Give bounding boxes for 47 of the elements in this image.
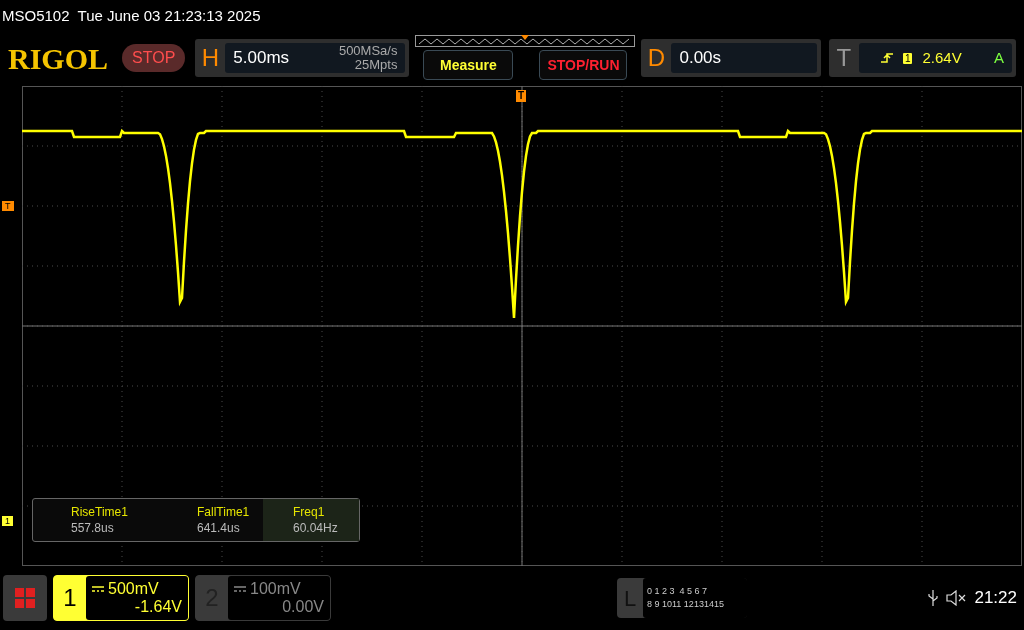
delay-panel[interactable]: D 0.00s bbox=[641, 39, 821, 77]
measurement-item[interactable]: Freq1 60.04Hz bbox=[263, 499, 359, 541]
channel-scale: 500mV bbox=[108, 580, 159, 598]
clock-time: 21:22 bbox=[974, 587, 1017, 610]
grid-icon bbox=[14, 587, 36, 609]
usb-icon bbox=[928, 590, 939, 606]
channel-number: 1 bbox=[62, 583, 78, 613]
logo: RIGOL bbox=[8, 40, 110, 77]
channel-offset: -1.64V bbox=[134, 598, 182, 616]
run-state-badge: STOP bbox=[122, 44, 186, 72]
timebase: 5.00ms bbox=[233, 47, 290, 70]
measurement-item[interactable]: FallTime1 641.4us bbox=[167, 499, 263, 541]
channel-offset: 0.00V bbox=[282, 598, 324, 616]
delay-label: D bbox=[646, 43, 667, 73]
rising-edge-icon bbox=[880, 52, 893, 64]
memory-depth: 25Mpts bbox=[354, 58, 398, 72]
trigger-panel[interactable]: T 1 2.64V A bbox=[828, 39, 1016, 77]
logic-channel-numbers: 0 1 2 3 4 5 6 7 bbox=[647, 585, 709, 598]
channel-offset-marker: 1 bbox=[2, 516, 13, 526]
dc-coupling-icon bbox=[234, 586, 246, 592]
trigger-level-marker: T bbox=[2, 201, 14, 211]
trigger-position-marker: T bbox=[516, 90, 527, 102]
measurement-item[interactable]: RiseTime1 557.8us bbox=[33, 499, 167, 541]
measurement-value: 641.4us bbox=[197, 520, 241, 536]
channel-panel[interactable]: 1 500mV -1.64V bbox=[53, 575, 189, 621]
trigger-label: T bbox=[835, 43, 853, 73]
channel-scale: 100mV bbox=[250, 580, 301, 598]
date-time: Tue June 03 21:23:13 2025 bbox=[77, 5, 261, 26]
measure-button[interactable]: Measure bbox=[423, 50, 514, 80]
dc-coupling-icon bbox=[92, 586, 104, 592]
delay-value: 0.00s bbox=[679, 47, 722, 70]
model-name: MSO5102 bbox=[2, 5, 70, 26]
stop-run-button[interactable]: STOP/RUN bbox=[539, 50, 628, 80]
trigger-mode: A bbox=[994, 47, 1004, 68]
sample-rate: 500MSa/s bbox=[338, 44, 398, 58]
logic-channel-numbers: 8 9 1011 12131415 bbox=[647, 598, 725, 611]
horizontal-label: H bbox=[200, 43, 220, 73]
measurement-name: FallTime1 bbox=[197, 504, 251, 520]
trigger-level: 2.64V bbox=[922, 47, 962, 68]
trigger-source: 1 bbox=[902, 52, 913, 64]
measurement-name: RiseTime1 bbox=[71, 504, 129, 520]
horizontal-panel[interactable]: H 5.00ms 500MSa/s 25Mpts bbox=[195, 39, 410, 77]
speaker-muted-icon bbox=[946, 590, 967, 606]
menu-grid-button[interactable] bbox=[3, 575, 47, 621]
measurement-value: 557.8us bbox=[71, 520, 115, 536]
measurement-name: Freq1 bbox=[293, 504, 326, 520]
measurement-value: 60.04Hz bbox=[293, 520, 339, 536]
